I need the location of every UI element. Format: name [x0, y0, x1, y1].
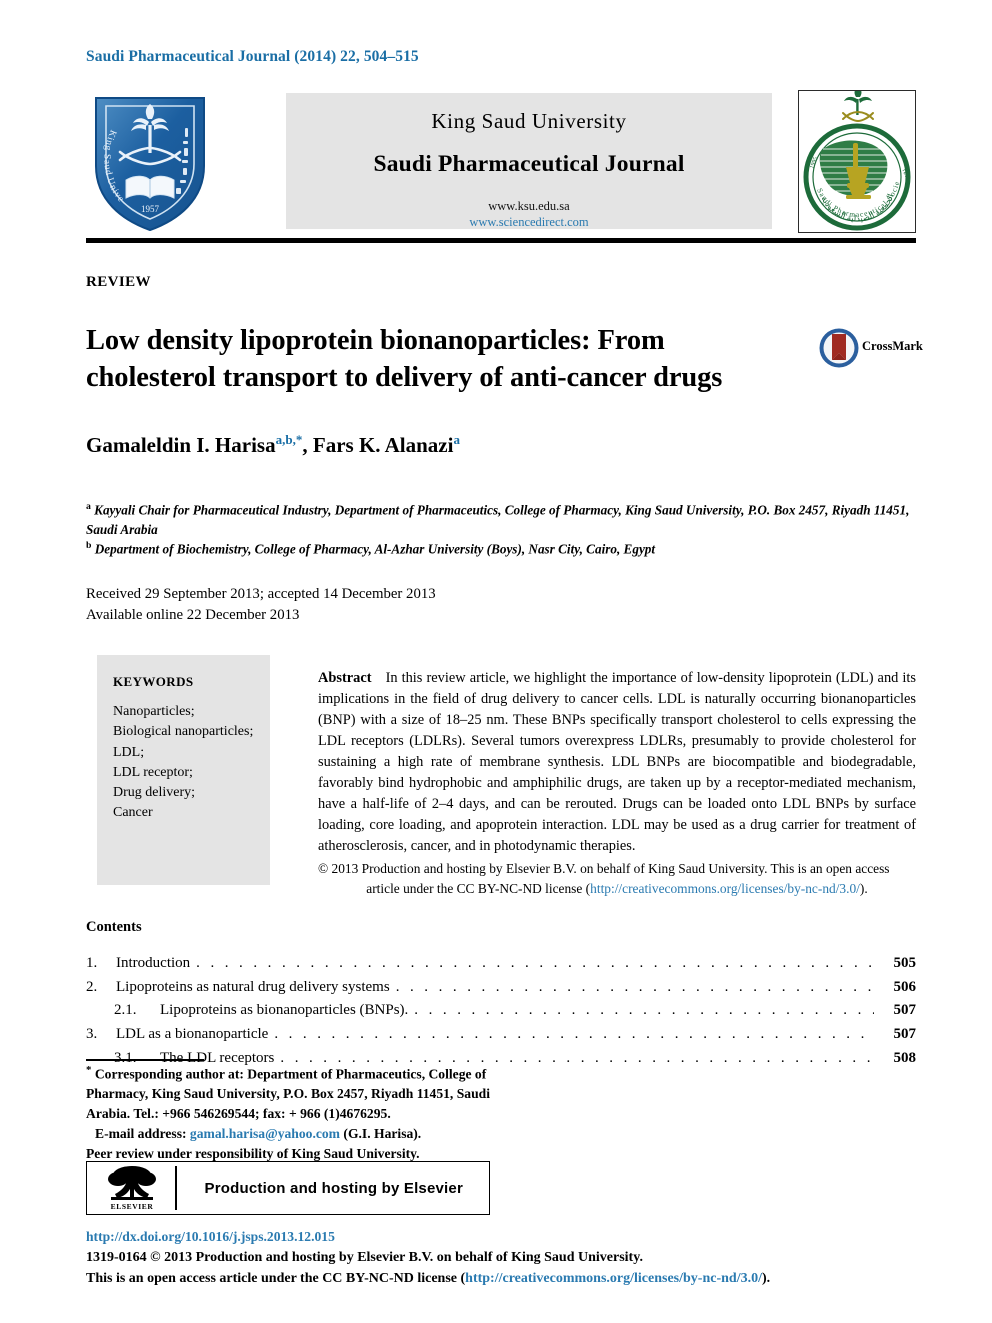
banner-ksu-url: www.ksu.edu.sa	[488, 199, 570, 213]
toc-number: 2.1.	[114, 1002, 137, 1019]
email-label: E-mail address:	[95, 1126, 187, 1142]
affiliation-b-text: Department of Biochemistry, College of P…	[94, 541, 656, 557]
ksu-logo-year: 1957	[141, 204, 160, 214]
keywords-list: Nanoparticles; Biological nanoparticles;…	[113, 702, 270, 824]
toc-page-number: 508	[893, 1049, 917, 1066]
keywords-heading: KEYWORDS	[113, 674, 194, 689]
abstract-label: Abstract	[318, 670, 372, 686]
license-suffix: ).	[859, 880, 868, 896]
affiliation-b-marker: b	[86, 539, 92, 551]
contents-heading: Contents	[86, 919, 142, 935]
corresponding-author-note: * Corresponding author at: Department of…	[86, 1063, 498, 1124]
email-note: E-mail address: gamal.harisa@yahoo.com (…	[86, 1124, 498, 1144]
license-text: article under the CC BY-NC-ND license (	[366, 880, 591, 896]
masthead-divider-rule	[86, 238, 916, 243]
affiliation-a: a Kayyali Chair for Pharmaceutical Indus…	[86, 500, 916, 539]
elsevier-wordmark: ELSEVIER	[110, 1202, 154, 1211]
elsevier-tree-icon: ELSEVIER	[97, 1165, 167, 1211]
elsevier-hosting-box: ELSEVIER Production and hosting by Elsev…	[86, 1161, 490, 1215]
author-name-1: Gamaleldin I. Harisa	[86, 433, 276, 457]
table-of-contents: 1. Introduction . . . . . . . . . . . . …	[86, 952, 916, 1070]
elsevier-hosting-text: Production and hosting by Elsevier	[204, 1179, 464, 1197]
keyword-item: Cancer	[113, 805, 153, 821]
copyright-prefix: © 2013 Production and hosting by Elsevie…	[318, 861, 890, 877]
toc-page-number: 507	[893, 1026, 917, 1043]
author-name-2: Fars K. Alanazi	[312, 433, 454, 457]
author-separator: ,	[302, 433, 313, 457]
affiliation-a-marker: a	[86, 501, 91, 512]
article-first-page: Saudi Pharmaceutical Journal (2014) 22, …	[0, 0, 992, 1323]
toc-entry[interactable]: 3. LDL as a bionanoparticle . . . . . . …	[86, 1023, 916, 1047]
toc-entry[interactable]: 2.1. Lipoproteins as bionanoparticles (B…	[86, 999, 916, 1023]
footer-license-line: This is an open access article under the…	[86, 1269, 916, 1290]
toc-dot-leader: . . . . . . . . . . . . . . . . . . . . …	[395, 978, 874, 995]
toc-page-number: 505	[893, 955, 917, 971]
toc-label: LDL as a bionanoparticle	[116, 1026, 269, 1043]
elsevier-box-divider	[175, 1166, 177, 1210]
received-accepted-date: Received 29 September 2013; accepted 14 …	[86, 586, 436, 602]
crossmark-icon	[819, 328, 859, 368]
title-line-2: cholesterol transport to delivery of ant…	[86, 362, 723, 394]
saudi-pharmaceutical-society-logo: Saudi Pharmaceutical Society الجمعية الص…	[798, 90, 916, 233]
footnote-block: * Corresponding author at: Department of…	[86, 1063, 498, 1164]
affiliation-b: b Department of Biochemistry, College of…	[86, 539, 916, 559]
crossmark-badge[interactable]: CrossMark	[818, 327, 923, 369]
toc-page-number: 507	[893, 1002, 917, 1019]
toc-number: 3.	[86, 1026, 98, 1043]
license-link[interactable]: http://creativecommons.org/licenses/by-n…	[590, 881, 860, 896]
crossmark-label: CrossMark	[862, 339, 923, 353]
article-type-label: REVIEW	[86, 274, 151, 290]
toc-label: Introduction	[116, 955, 191, 971]
page-title: Low density lipoprotein bionanoparticles…	[86, 322, 786, 397]
author-list: Gamaleldin I. Harisaa,b,*, Fars K. Alana…	[86, 432, 460, 458]
banner-journal-title: Saudi Pharmaceutical Journal	[373, 151, 685, 177]
keyword-item: LDL receptor;	[113, 764, 193, 780]
toc-entry[interactable]: 2. Lipoproteins as natural drug delivery…	[86, 976, 916, 1000]
abstract-body: In this review article, we highlight the…	[318, 670, 916, 855]
corresponding-author-text: Corresponding author at: Department of P…	[86, 1066, 490, 1122]
affiliations: a Kayyali Chair for Pharmaceutical Indus…	[86, 500, 916, 558]
abstract-copyright: © 2013 Production and hosting by Elsevie…	[318, 859, 916, 898]
toc-label: Lipoproteins as natural drug delivery sy…	[116, 978, 390, 995]
footer-issn-line: 1319-0164 © 2013 Production and hosting …	[86, 1250, 643, 1265]
toc-number: 1.	[86, 955, 98, 971]
email-link[interactable]: gamal.harisa@yahoo.com	[190, 1126, 340, 1141]
king-saud-university-logo: King Saud University 1957	[86, 88, 214, 236]
toc-dot-leader: . . . . . . . . . . . . . . . . . . . . …	[274, 1026, 874, 1043]
abstract-section: Abstract In this review article, we highl…	[318, 668, 916, 898]
footer-license-link[interactable]: http://creativecommons.org/licenses/by-n…	[465, 1271, 762, 1286]
article-dates: Received 29 September 2013; accepted 14 …	[86, 584, 436, 626]
email-owner: (G.I. Harisa).	[343, 1126, 422, 1142]
footnote-star: *	[86, 1064, 92, 1076]
keywords-box: KEYWORDS Nanoparticles; Biological nanop…	[97, 655, 270, 885]
banner-university-name: King Saud University	[431, 109, 627, 133]
journal-banner: King Saud University Saudi Pharmaceutica…	[286, 93, 772, 229]
author-1-affiliation-marks: a,b,*	[275, 432, 303, 447]
keyword-item: LDL;	[113, 744, 145, 760]
footer-license-prefix: This is an open access article under the…	[86, 1270, 466, 1286]
title-line-1: Low density lipoprotein bionanoparticles…	[86, 325, 665, 356]
toc-number: 2.	[86, 978, 98, 995]
journal-masthead: King Saud University 1957 King Saud Univ…	[86, 88, 916, 236]
doi-link[interactable]: http://dx.doi.org/10.1016/j.jsps.2013.12…	[86, 1229, 335, 1245]
toc-label: Lipoproteins as bionanoparticles (BNPs).	[160, 1002, 409, 1019]
author-2-affiliation-marks: a	[453, 432, 460, 447]
toc-dot-leader: . . . . . . . . . . . . . . . . . . . . …	[196, 955, 874, 971]
running-head: Saudi Pharmaceutical Journal (2014) 22, …	[86, 48, 419, 65]
footnote-divider	[86, 1059, 204, 1061]
keyword-item: Drug delivery;	[113, 785, 196, 801]
footer-copyright: 1319-0164 © 2013 Production and hosting …	[86, 1248, 916, 1289]
toc-entry[interactable]: 1. Introduction . . . . . . . . . . . . …	[86, 952, 916, 976]
keyword-item: Biological nanoparticles;	[113, 724, 254, 740]
keyword-item: Nanoparticles;	[113, 704, 195, 719]
toc-dot-leader: . . . . . . . . . . . . . . . . . . . . …	[414, 1002, 874, 1019]
affiliation-a-text: Kayyali Chair for Pharmaceutical Industr…	[86, 502, 910, 537]
toc-page-number: 506	[893, 978, 917, 995]
footer-license-suffix: ).	[761, 1270, 771, 1286]
banner-sciencedirect-url[interactable]: www.sciencedirect.com	[286, 215, 772, 230]
available-online-date: Available online 22 December 2013	[86, 607, 300, 623]
